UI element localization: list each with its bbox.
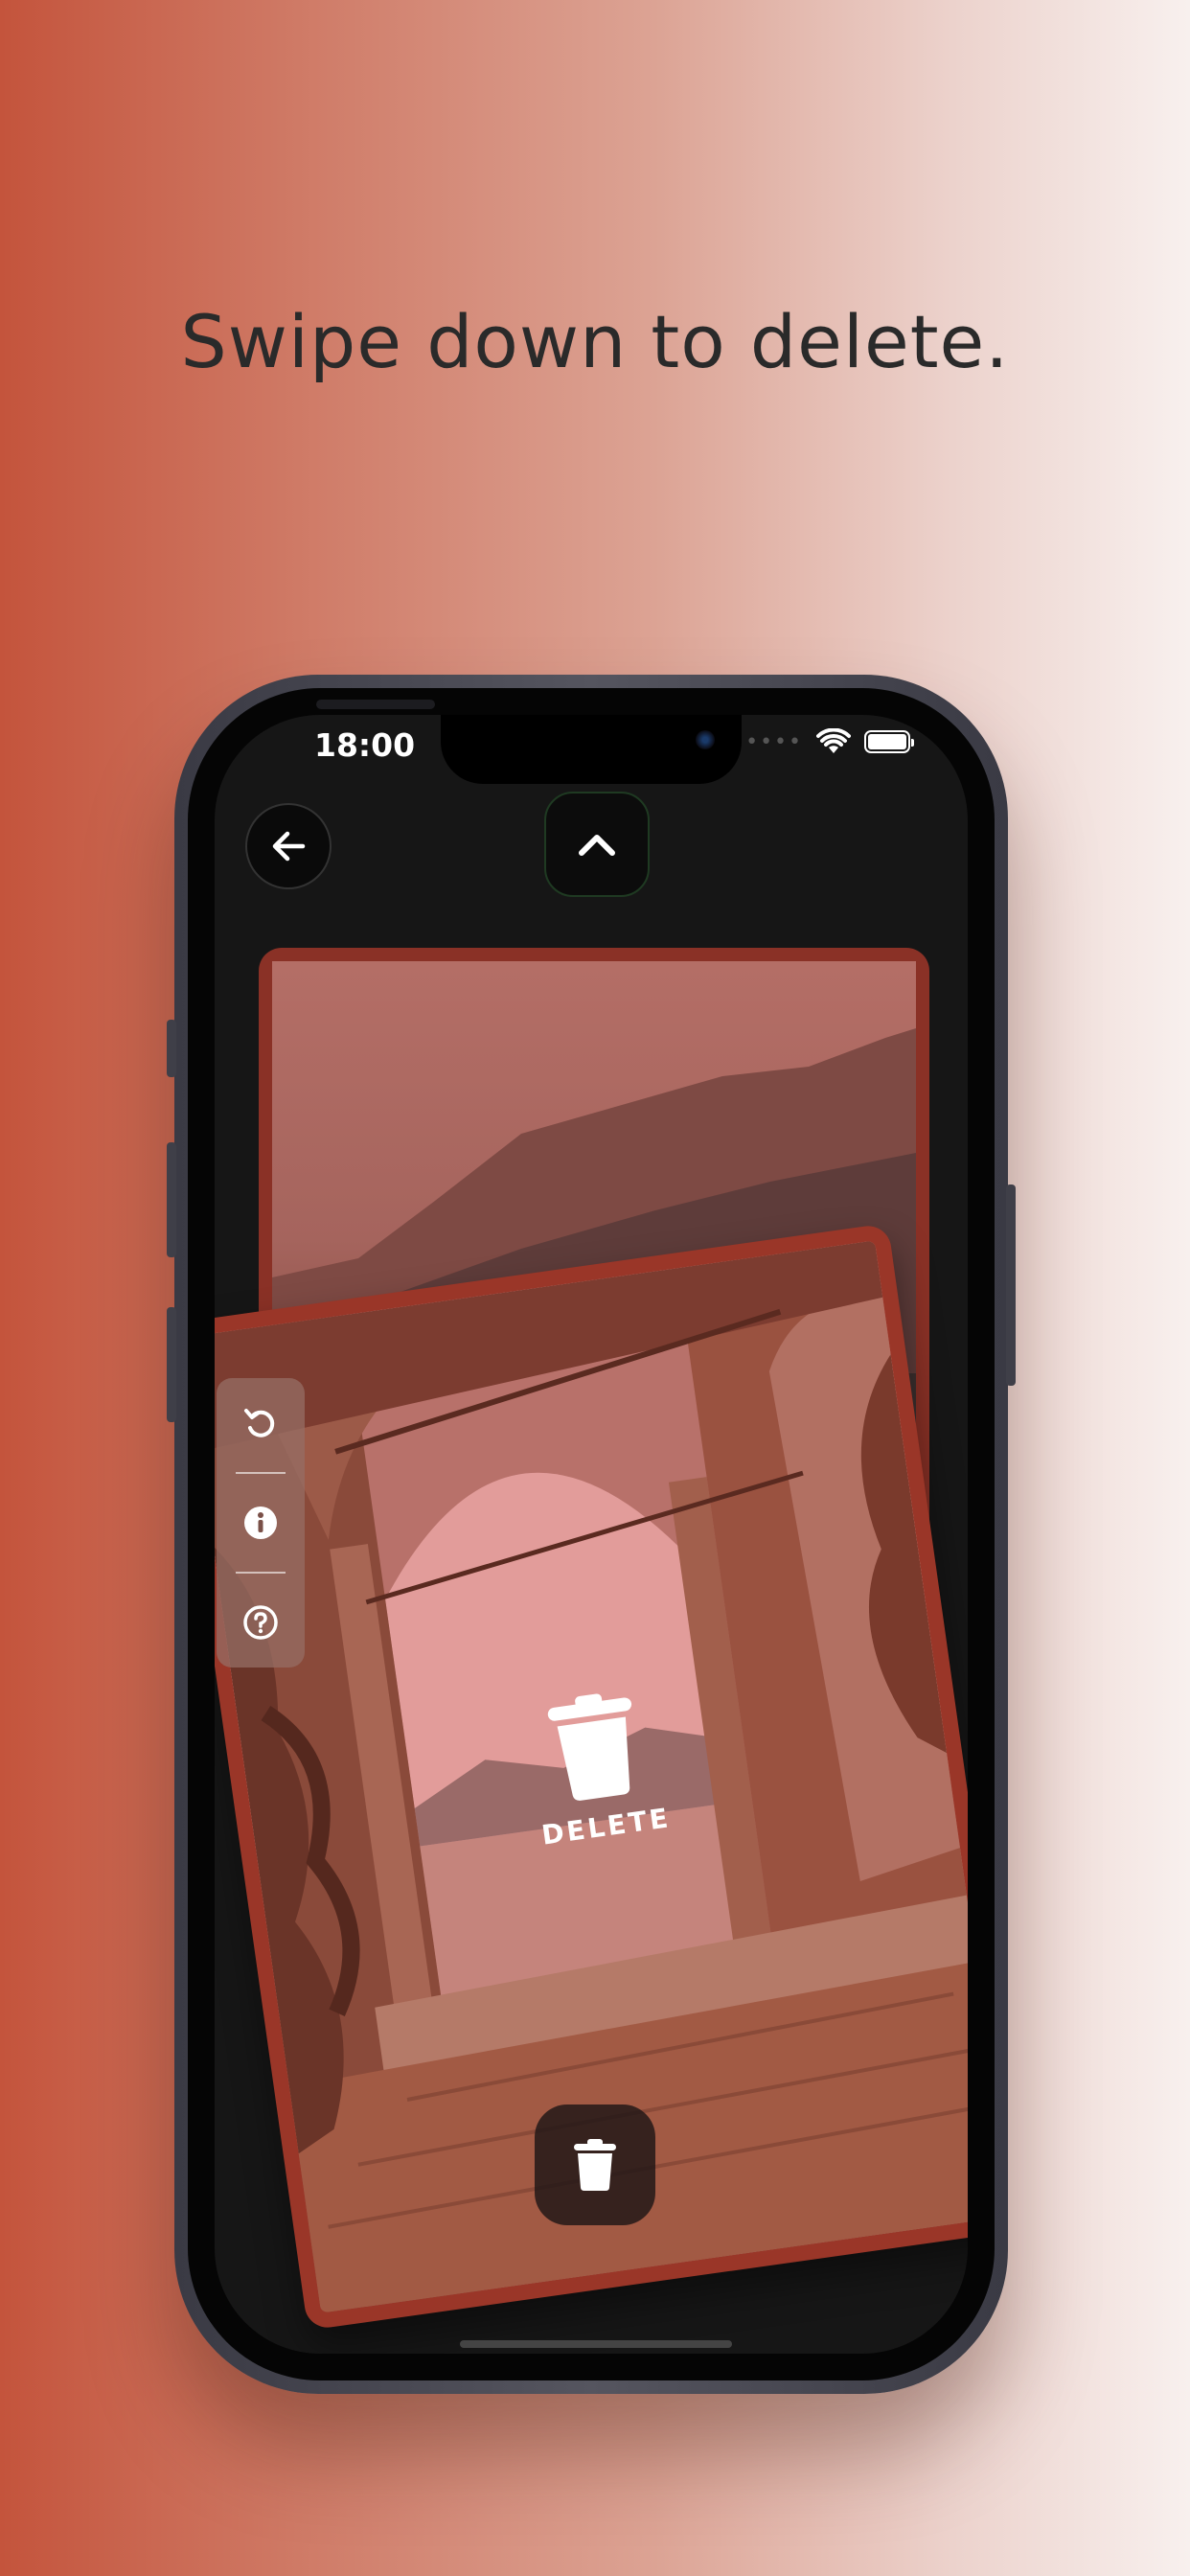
chevron-up-icon xyxy=(579,835,615,856)
phone-screen: 18:00 •••• DELETE xyxy=(215,715,968,2354)
undo-button[interactable] xyxy=(240,1402,282,1444)
phone-volume-down xyxy=(167,1307,176,1422)
expand-up-button[interactable] xyxy=(544,792,650,897)
phone-mute-switch xyxy=(167,1020,176,1077)
arrow-left-icon xyxy=(272,831,306,862)
help-button[interactable] xyxy=(240,1601,282,1644)
back-button[interactable] xyxy=(245,803,332,889)
undo-icon xyxy=(244,1408,275,1438)
delete-indicator: DELETE xyxy=(492,1680,703,1855)
info-icon xyxy=(244,1506,277,1539)
phone-power-button xyxy=(1006,1184,1016,1386)
camera-icon xyxy=(696,730,715,749)
delete-button[interactable] xyxy=(535,2104,655,2225)
status-time: 18:00 xyxy=(314,726,416,764)
headline: Swipe down to delete. xyxy=(180,299,1010,384)
battery-icon xyxy=(864,730,914,753)
trash-icon xyxy=(574,2139,616,2191)
divider xyxy=(236,1572,286,1575)
wifi-icon xyxy=(816,728,851,753)
phone-volume-up xyxy=(167,1142,176,1257)
status-icons: •••• xyxy=(745,728,914,755)
trash-icon xyxy=(547,1693,632,1801)
phone-speaker xyxy=(316,700,435,709)
signal-icon: •••• xyxy=(745,729,803,754)
info-button[interactable] xyxy=(240,1502,282,1544)
home-indicator xyxy=(460,2340,732,2348)
divider xyxy=(236,1471,286,1474)
side-toolbar xyxy=(217,1378,305,1668)
notch xyxy=(441,715,742,784)
help-icon xyxy=(243,1605,278,1641)
